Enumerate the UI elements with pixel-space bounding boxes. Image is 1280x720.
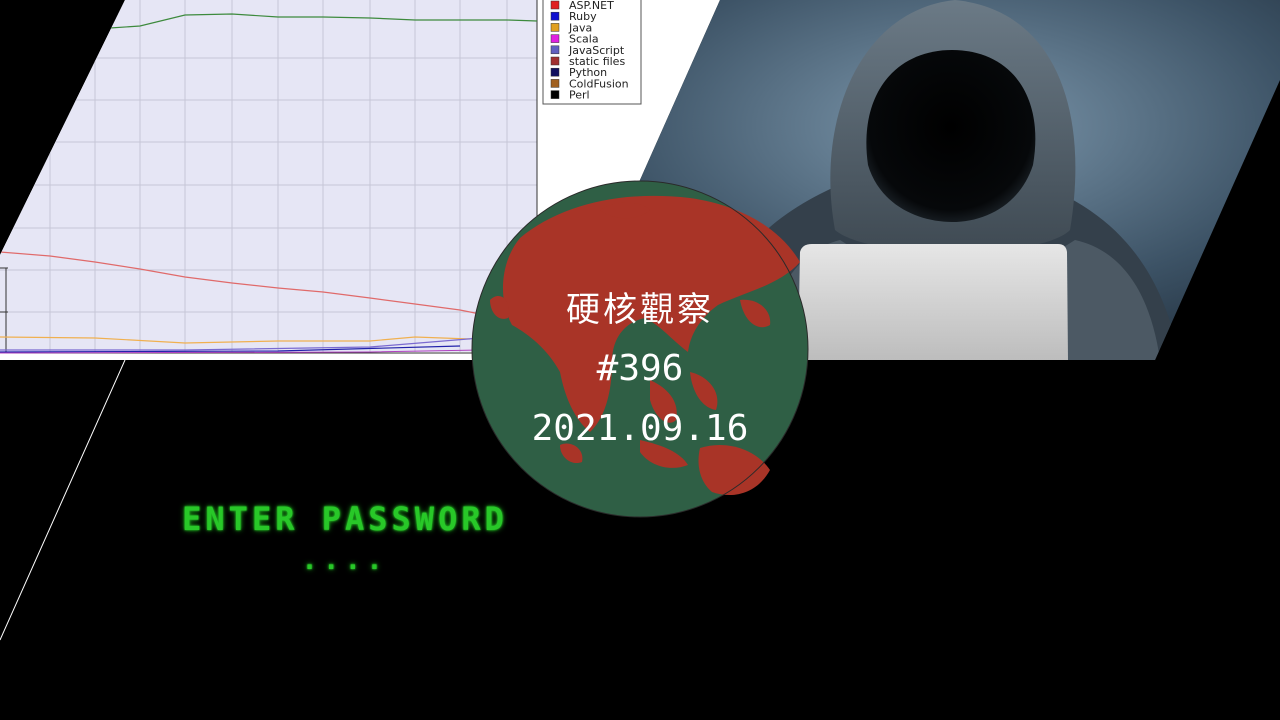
badge-text: 硬核觀察 #396 2021.09.16 [472, 182, 808, 518]
legend-swatch [550, 23, 560, 32]
legend-swatch [550, 90, 560, 99]
legend-swatch [550, 45, 560, 55]
legend-label: Perl [569, 89, 590, 102]
legend-swatch [550, 34, 560, 43]
terminal-password-prompt: ENTER PASSWORD .... [150, 500, 540, 576]
password-mask: .... [301, 546, 389, 576]
legend-swatch [550, 0, 560, 10]
legend-swatch [550, 11, 560, 21]
legend-swatch [550, 56, 560, 66]
badge-issue-number: #396 [596, 348, 684, 389]
badge-date: 2021.09.16 [531, 408, 749, 449]
password-prompt-text: ENTER PASSWORD [182, 500, 508, 538]
legend-swatch [550, 67, 560, 77]
legend-swatch [550, 79, 560, 88]
badge-title: 硬核觀察 [566, 290, 714, 330]
